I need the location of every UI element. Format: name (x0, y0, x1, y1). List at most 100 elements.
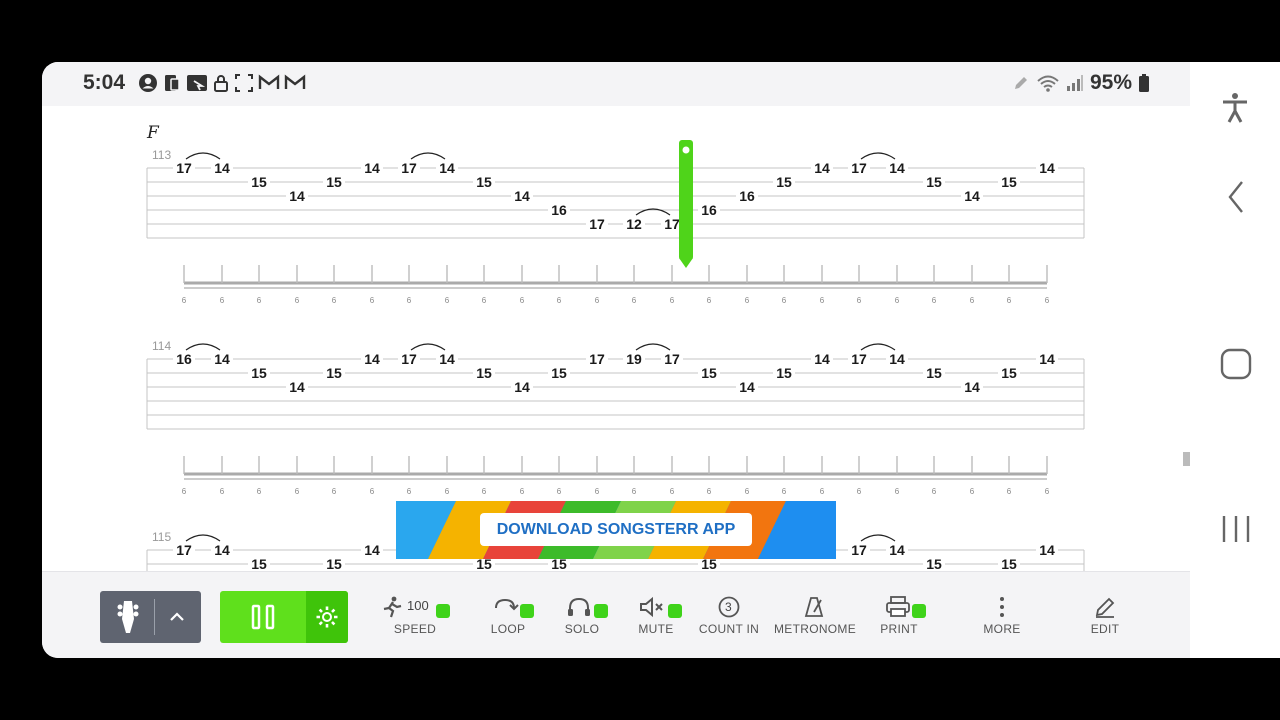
fret-number: 14 (289, 379, 305, 395)
pause-icon (251, 604, 275, 630)
more-label: MORE (983, 622, 1021, 636)
account-icon (139, 74, 157, 92)
slur-mark (860, 343, 896, 351)
fret-number: 17 (176, 542, 192, 558)
fret-number: 14 (964, 379, 980, 395)
pencil-icon (1014, 77, 1027, 89)
fret-number: 14 (739, 379, 755, 395)
rhythm-label: 6 (932, 487, 937, 496)
metronome-label: METRONOME (774, 622, 857, 636)
rhythm-label: 6 (520, 296, 525, 305)
fret-number: 15 (926, 556, 942, 571)
headphones-icon (568, 597, 590, 616)
count-in-button[interactable]: 3 COUNT IN (698, 596, 760, 636)
download-app-button[interactable]: DOWNLOAD SONGSTERR APP (480, 513, 752, 546)
play-pause-button[interactable] (220, 591, 348, 643)
fret-number: 19 (626, 351, 642, 367)
edit-label: EDIT (1090, 622, 1120, 636)
rhythm-label: 6 (482, 487, 487, 496)
rhythm-label: 6 (1045, 296, 1050, 305)
measure-number: 115 (152, 530, 171, 544)
accessibility-icon[interactable] (1220, 92, 1250, 124)
fret-number: 15 (326, 365, 342, 381)
fret-number: 15 (1001, 174, 1017, 190)
loop-label: LOOP (490, 622, 526, 636)
more-button[interactable]: MORE (982, 596, 1022, 636)
cast-icon (187, 75, 207, 91)
playback-cursor-tip (679, 258, 693, 268)
rhythm-label: 6 (895, 487, 900, 496)
speed-button[interactable]: 100 SPEED (380, 596, 450, 636)
rhythm-label: 6 (295, 487, 300, 496)
fret-number: 16 (701, 202, 717, 218)
guitar-headstock-icon (117, 601, 139, 633)
playback-settings-button[interactable] (306, 591, 348, 643)
rhythm-label: 6 (220, 487, 225, 496)
rhythm-label: 6 (332, 487, 337, 496)
fret-number: 15 (476, 174, 492, 190)
edit-button[interactable]: EDIT (1085, 596, 1125, 636)
mute-label: MUTE (638, 622, 674, 636)
fret-number: 15 (776, 174, 792, 190)
recent-apps-icon[interactable] (1220, 514, 1252, 544)
fret-number: 14 (1039, 160, 1055, 176)
measure-number: 113 (152, 148, 171, 162)
fret-number: 14 (214, 160, 230, 176)
playback-cursor (679, 140, 693, 260)
rhythm-label: 6 (632, 487, 637, 496)
rhythm-label: 6 (182, 296, 187, 305)
fret-number: 16 (551, 202, 567, 218)
status-bar: 5:04 95% (42, 62, 1190, 106)
fret-number: 15 (926, 174, 942, 190)
lock-icon (520, 604, 534, 618)
rhythm-label: 6 (295, 296, 300, 305)
fret-number: 15 (776, 365, 792, 381)
rhythm-label: 6 (745, 296, 750, 305)
fret-number: 14 (439, 351, 455, 367)
count-in-label: COUNT IN (698, 622, 760, 636)
fret-number: 14 (364, 542, 380, 558)
rhythm-label: 6 (407, 487, 412, 496)
loop-icon (495, 598, 519, 611)
loop-button[interactable]: LOOP (482, 596, 534, 636)
fret-number: 17 (176, 160, 192, 176)
instrument-selector[interactable] (100, 591, 201, 643)
download-app-banner[interactable]: DOWNLOAD SONGSTERR APP (396, 501, 836, 559)
scrollbar-thumb[interactable] (1183, 452, 1190, 466)
rhythm-label: 6 (670, 296, 675, 305)
more-vertical-icon (1000, 597, 1004, 617)
fret-number: 15 (1001, 365, 1017, 381)
fret-number: 14 (514, 379, 530, 395)
rhythm-label: 6 (370, 487, 375, 496)
rhythm-label: 6 (857, 487, 862, 496)
fret-number: 16 (739, 188, 755, 204)
slur-mark (410, 152, 446, 160)
rhythm-label: 6 (332, 296, 337, 305)
chevron-up-icon[interactable] (167, 607, 187, 627)
gear-icon (316, 606, 338, 628)
rhythm-label: 6 (445, 296, 450, 305)
fret-number: 15 (326, 556, 342, 571)
fret-number: 14 (289, 188, 305, 204)
lock-icon (436, 604, 450, 618)
fret-number: 14 (214, 351, 230, 367)
back-icon[interactable] (1226, 180, 1246, 214)
lock-icon (214, 75, 228, 92)
status-time: 5:04 (83, 71, 126, 94)
screenshot-icon (235, 74, 253, 92)
rhythm-label: 6 (1045, 487, 1050, 496)
player-toolbar: 100 SPEED LOOP SOLO MUTE 3 COUNT IN METR (42, 571, 1190, 658)
rhythm-label: 6 (707, 296, 712, 305)
fret-number: 15 (1001, 556, 1017, 571)
solo-button[interactable]: SOLO (556, 596, 608, 636)
rhythm-label: 6 (670, 487, 675, 496)
fret-number: 15 (701, 365, 717, 381)
fret-number: 12 (626, 216, 642, 232)
mute-button[interactable]: MUTE (630, 596, 682, 636)
fret-number: 14 (814, 160, 830, 176)
phone-screen: 5:04 95% F 113 17 14 15 14 15 14 17 14 15 14 16 17 12 1… (42, 62, 1280, 658)
print-button[interactable]: PRINT (876, 596, 926, 636)
metronome-button[interactable]: METRONOME (774, 596, 857, 636)
fret-number: 17 (664, 216, 680, 232)
home-icon[interactable] (1220, 348, 1252, 380)
